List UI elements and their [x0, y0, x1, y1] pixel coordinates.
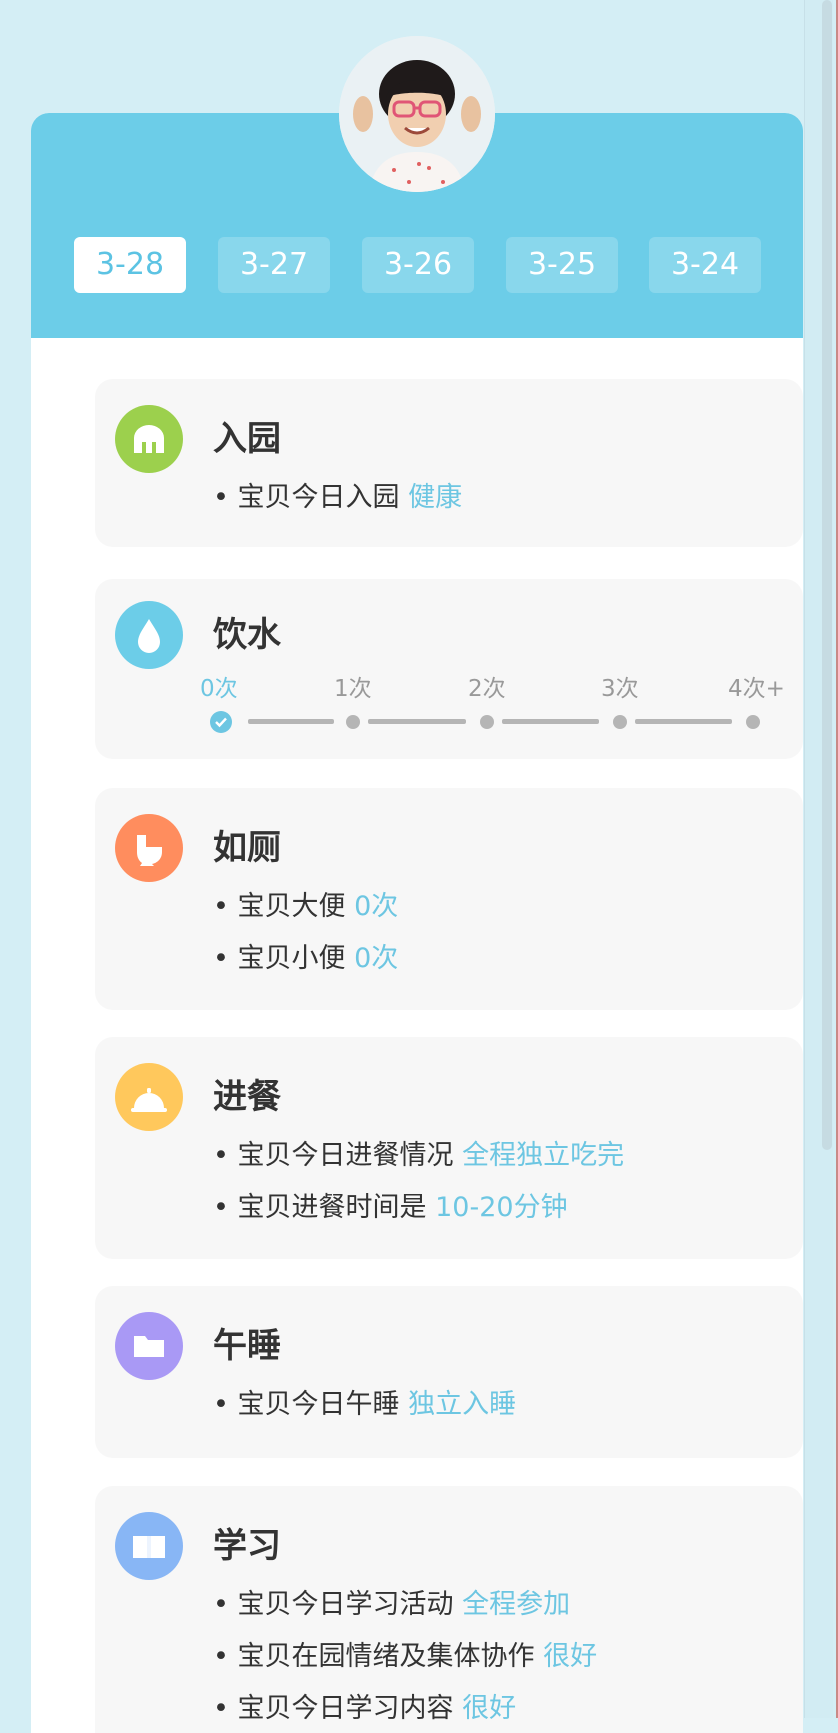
detail-line: • 宝贝在园情绪及集体协作 很好 — [213, 1641, 598, 1672]
bed-icon — [115, 1312, 183, 1380]
detail-line: • 宝贝今日进餐情况 全程独立吃完 — [213, 1140, 625, 1171]
water-track-segment — [502, 719, 599, 724]
section-water: 饮水 0次 1次 2次 3次 4次+ — [95, 579, 803, 759]
detail-line: • 宝贝今日午睡 独立入睡 — [213, 1389, 517, 1420]
water-track-segment — [248, 719, 334, 724]
date-tabs: 3-28 3-27 3-26 3-25 3-24 — [43, 237, 763, 293]
detail-line: • 宝贝大便 0次 — [213, 891, 399, 922]
detail-line: • 宝贝进餐时间是 10-20分钟 — [213, 1192, 568, 1223]
water-level-2-dot[interactable] — [480, 715, 494, 729]
tab-date-3-28[interactable]: 3-28 — [74, 237, 186, 293]
section-toilet: 如厕 • 宝贝大便 0次 • 宝贝小便 0次 — [95, 788, 803, 1010]
section-title: 饮水 — [213, 615, 281, 655]
school-gate-icon — [115, 405, 183, 473]
water-level-label: 2次 — [468, 676, 506, 702]
section-title: 午睡 — [213, 1326, 281, 1366]
section-meal: 进餐 • 宝贝今日进餐情况 全程独立吃完 • 宝贝进餐时间是 10-20分钟 — [95, 1037, 803, 1259]
water-level-3-dot[interactable] — [613, 715, 627, 729]
section-title: 如厕 — [213, 828, 281, 868]
tab-date-3-27[interactable]: 3-27 — [218, 237, 330, 293]
toilet-icon — [115, 814, 183, 882]
section-title: 进餐 — [213, 1077, 281, 1117]
water-track-segment — [368, 719, 466, 724]
water-level-label: 1次 — [334, 676, 372, 702]
section-title: 入园 — [213, 419, 281, 459]
section-title: 学习 — [213, 1526, 281, 1566]
detail-line: • 宝贝小便 0次 — [213, 943, 399, 974]
section-nap: 午睡 • 宝贝今日午睡 独立入睡 — [95, 1286, 803, 1458]
tab-date-3-25[interactable]: 3-25 — [506, 237, 618, 293]
water-level-label: 0次 — [200, 676, 238, 702]
meal-bell-icon — [115, 1063, 183, 1131]
book-icon — [115, 1512, 183, 1580]
water-track-segment — [635, 719, 732, 724]
scrollbar-thumb[interactable] — [822, 0, 832, 1150]
detail-line: • 宝贝今日入园 健康 — [213, 482, 463, 513]
water-level-label: 4次+ — [728, 676, 785, 702]
detail-line: • 宝贝今日学习内容 很好 — [213, 1693, 517, 1724]
water-level-4-dot[interactable] — [746, 715, 760, 729]
child-avatar[interactable] — [339, 36, 495, 192]
section-arrival: 入园 • 宝贝今日入园 健康 — [95, 379, 803, 547]
water-drop-icon — [115, 601, 183, 669]
water-level-1-dot[interactable] — [346, 715, 360, 729]
tab-date-3-26[interactable]: 3-26 — [362, 237, 474, 293]
tab-date-3-24[interactable]: 3-24 — [649, 237, 761, 293]
daily-report-card: 入园 • 宝贝今日入园 健康 饮水 0次 1次 2次 3次 4次+ 如厕 • 宝… — [31, 113, 803, 1733]
water-level-label: 3次 — [601, 676, 639, 702]
section-study: 学习 • 宝贝今日学习活动 全程参加 • 宝贝在园情绪及集体协作 很好 • 宝贝… — [95, 1486, 803, 1733]
water-level-0-dot[interactable] — [210, 711, 232, 733]
detail-line: • 宝贝今日学习活动 全程参加 — [213, 1589, 571, 1620]
